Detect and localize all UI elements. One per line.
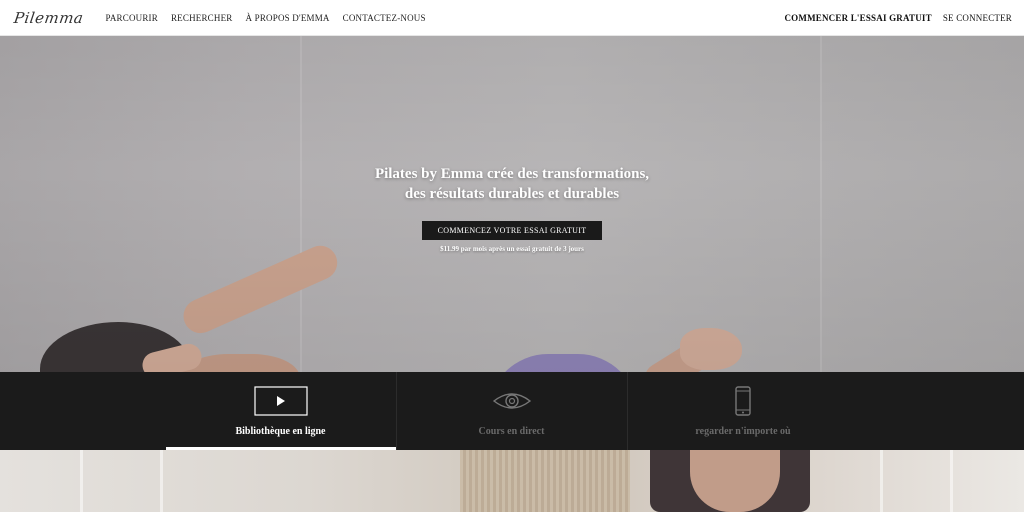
hero-photo-hand (139, 341, 205, 372)
photo-hair-blonde (460, 450, 630, 512)
nav-link-a-propos[interactable]: À PROPOS D'EMMA (245, 13, 329, 23)
hero-photo-shoulder (180, 354, 300, 372)
login-link[interactable]: SE CONNECTER (943, 13, 1012, 23)
features-bar: Bibliothèque en ligne Cours en direct re… (0, 372, 1024, 450)
feature-label: regarder n'importe où (695, 426, 791, 437)
feature-label: Cours en direct (478, 426, 545, 437)
hero-photo-ball (488, 354, 638, 372)
hero-photo-hair (40, 322, 190, 372)
curtain-fold (950, 450, 953, 512)
start-trial-link[interactable]: COMMENCER L'ESSAI GRATUIT (784, 13, 931, 23)
start-free-trial-button[interactable]: COMMENCEZ VOTRE ESSAI GRATUIT (421, 221, 603, 240)
curtain-fold (160, 450, 163, 512)
play-icon (253, 386, 308, 416)
curtain-fold (80, 450, 83, 512)
feature-tab-anywhere[interactable]: regarder n'importe où (628, 372, 859, 450)
nav-link-parcourir[interactable]: PARCOURIR (105, 13, 158, 23)
hero-title-line-2: des résultats durables et durables (404, 186, 620, 202)
feature-tab-library[interactable]: Bibliothèque en ligne (165, 372, 397, 450)
nav-link-rechercher[interactable]: RECHERCHER (171, 13, 233, 23)
secondary-photo (0, 450, 1024, 512)
nav-link-contact[interactable]: CONTACTEZ-NOUS (343, 13, 426, 23)
price-note: $11.99 par mois après un essai gratuit d… (440, 245, 584, 253)
hero-title: Pilates by Emma crée des transformations… (0, 164, 1024, 204)
feature-tab-live[interactable]: Cours en direct (397, 372, 628, 450)
feature-label: Bibliothèque en ligne (235, 426, 326, 437)
curtain-fold (880, 450, 883, 512)
hero-photo-arm (178, 240, 343, 339)
hero-title-line-1: Pilates by Emma crée des transformations… (374, 166, 650, 182)
hero-photo-foot (680, 328, 742, 370)
eye-icon (492, 393, 531, 409)
site-header: Pilemma PARCOURIR RECHERCHER À PROPOS D'… (0, 0, 1024, 36)
hero-section: Pilates by Emma crée des transformations… (0, 36, 1024, 372)
hero-photo-leg (639, 323, 736, 372)
phone-icon (735, 386, 751, 416)
main-nav: PARCOURIR RECHERCHER À PROPOS D'EMMA CON… (105, 13, 438, 23)
site-logo[interactable]: Pilemma (13, 9, 85, 27)
account-nav: COMMENCER L'ESSAI GRATUIT SE CONNECTER (784, 13, 1012, 23)
hero-content: Pilates by Emma crée des transformations… (0, 164, 1024, 253)
